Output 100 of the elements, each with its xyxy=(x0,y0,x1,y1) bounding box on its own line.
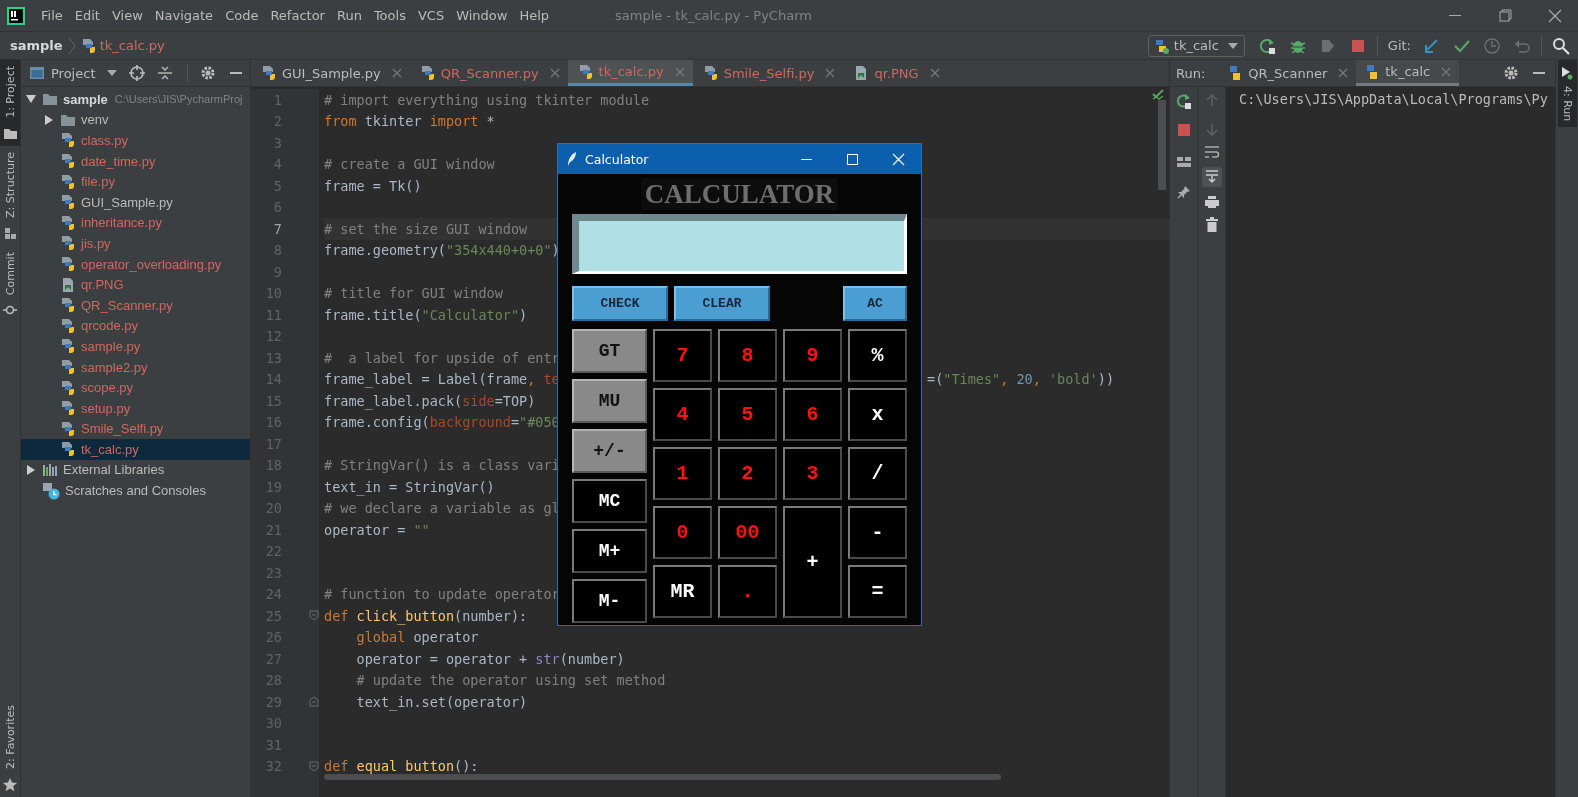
tree-item[interactable]: qrcode.py xyxy=(21,315,250,337)
calculator-key[interactable]: % xyxy=(848,329,907,382)
clock-icon[interactable] xyxy=(1483,36,1501,55)
rerun-icon[interactable] xyxy=(1175,93,1192,109)
update-icon[interactable] xyxy=(1423,36,1441,55)
scrollbar-thumb[interactable] xyxy=(324,774,1001,780)
menu-item[interactable]: Window xyxy=(452,8,512,23)
run-tab[interactable]: QR_Scanner xyxy=(1219,60,1357,86)
menu-item[interactable]: File xyxy=(37,8,67,23)
calculator-key[interactable]: MR xyxy=(653,565,712,618)
fold-icon[interactable] xyxy=(309,610,319,621)
collapse-icon[interactable] xyxy=(157,65,174,81)
star-icon[interactable] xyxy=(3,777,17,791)
stop-icon[interactable] xyxy=(1176,123,1191,137)
print-icon[interactable] xyxy=(1203,195,1220,209)
menu-item[interactable]: Tools xyxy=(369,8,410,23)
calculator-button[interactable]: MC xyxy=(572,479,647,523)
tree-item[interactable]: sample2.py xyxy=(21,356,250,378)
menu-item[interactable]: Run xyxy=(332,8,366,23)
tool-window-tab[interactable]: Commit xyxy=(0,245,20,301)
close-icon[interactable] xyxy=(549,68,560,78)
tree-item[interactable]: file.py xyxy=(21,171,250,192)
menu-item[interactable]: Navigate xyxy=(150,8,218,23)
search-icon[interactable] xyxy=(1552,36,1570,55)
fold-icon[interactable] xyxy=(309,696,319,707)
calculator-button[interactable]: +/- xyxy=(572,429,647,473)
menu-item[interactable]: Code xyxy=(221,8,263,23)
calculator-key[interactable]: / xyxy=(848,447,907,500)
soft-wrap-icon[interactable] xyxy=(1203,145,1220,159)
editor-tab[interactable]: qr.PNG xyxy=(843,60,948,86)
tree-item[interactable]: tk_calc.py xyxy=(21,439,250,460)
editor-tab[interactable]: QR_Scanner.py xyxy=(409,60,568,86)
tree-item[interactable]: operator_overloading.py xyxy=(21,253,250,275)
crosshair-icon[interactable] xyxy=(129,65,146,81)
tree-item[interactable]: class.py xyxy=(21,130,250,151)
calculator-key[interactable]: 0 xyxy=(653,506,712,559)
tree-item[interactable]: scope.py xyxy=(21,377,250,398)
scrollbar-thumb[interactable] xyxy=(1158,100,1166,190)
scroll-to-end-icon[interactable] xyxy=(1201,167,1222,187)
tree-item[interactable]: sample C:\Users\JIS\PycharmProj xyxy=(21,89,250,110)
calculator-button[interactable]: M- xyxy=(572,579,647,623)
tree-item[interactable]: jis.py xyxy=(21,233,250,254)
calculator-button[interactable]: CLEAR xyxy=(674,286,770,321)
calculator-key[interactable]: 00 xyxy=(718,506,777,559)
tree-item[interactable]: GUI_Sample.py xyxy=(21,191,250,213)
calculator-key[interactable]: 8 xyxy=(718,329,777,382)
pin-icon[interactable] xyxy=(1176,185,1191,199)
calculator-key[interactable]: 2 xyxy=(718,447,777,500)
display-field[interactable] xyxy=(572,214,907,274)
tree-item[interactable]: setup.py xyxy=(21,397,250,419)
run-icon[interactable] xyxy=(1561,66,1573,80)
settings-icon[interactable] xyxy=(1503,65,1519,81)
close-icon[interactable] xyxy=(1338,68,1349,78)
settings-icon[interactable] xyxy=(200,65,216,81)
calculator-key[interactable]: . xyxy=(718,565,777,618)
calculator-key[interactable]: 6 xyxy=(783,388,842,441)
tree-item[interactable]: QR_Scanner.py xyxy=(21,294,250,316)
tree-item[interactable]: venv xyxy=(21,109,250,131)
close-icon[interactable] xyxy=(391,68,402,78)
menu-item[interactable]: Edit xyxy=(70,8,104,23)
collapsed-arrow-icon[interactable] xyxy=(26,465,36,475)
breadcrumb[interactable]: tk_calc.py xyxy=(80,37,165,54)
tree-item[interactable]: sample.py xyxy=(21,336,250,357)
menu-item[interactable]: VCS xyxy=(413,8,449,23)
calculator-key[interactable]: 4 xyxy=(653,388,712,441)
menu-item[interactable]: Refactor xyxy=(266,8,329,23)
close-icon[interactable] xyxy=(1441,66,1452,77)
tree-item[interactable]: qr.PNG xyxy=(21,274,250,295)
calculator-key[interactable]: 7 xyxy=(653,329,712,382)
breadcrumb[interactable]: sample xyxy=(10,38,63,53)
calculator-key[interactable]: 5 xyxy=(718,388,777,441)
tree-item[interactable]: inheritance.py xyxy=(21,212,250,234)
calculator-key[interactable]: - xyxy=(848,506,907,559)
calculator-key[interactable]: 9 xyxy=(783,329,842,382)
calculator-key[interactable]: x xyxy=(848,388,907,441)
run-configuration-dropdown[interactable]: tk_calc xyxy=(1147,34,1245,57)
calculator-key[interactable]: = xyxy=(848,565,907,618)
structure-icon[interactable] xyxy=(3,225,17,240)
tree-item[interactable]: External Libraries xyxy=(21,459,250,481)
calculator-key[interactable]: 1 xyxy=(653,447,712,500)
menu-item[interactable]: Help xyxy=(515,8,554,23)
rerun-icon[interactable] xyxy=(1258,36,1277,55)
editor-tab[interactable]: GUI_Sample.py xyxy=(251,60,410,86)
editor-tab[interactable]: Smile_Selfi.py xyxy=(692,60,844,86)
tree-item[interactable]: Smile_Selfi.py xyxy=(21,418,250,440)
tool-window-tab[interactable]: Z: Structure xyxy=(0,145,20,224)
expanded-arrow-icon[interactable] xyxy=(26,94,36,105)
close-icon[interactable] xyxy=(929,68,940,78)
calculator-button[interactable]: CHECK xyxy=(572,286,668,321)
layout-icon[interactable] xyxy=(1175,155,1192,169)
calculator-button[interactable]: AC xyxy=(843,286,907,321)
calculator-button[interactable]: M+ xyxy=(572,529,647,573)
calculator-key[interactable]: + xyxy=(783,506,842,618)
trash-icon[interactable] xyxy=(1204,217,1219,233)
run-tab[interactable]: tk_calc xyxy=(1356,60,1460,86)
project-view-dropdown[interactable]: Project xyxy=(29,65,118,81)
commit-icon[interactable] xyxy=(3,303,17,317)
tree-item[interactable]: Scratches and Consoles xyxy=(21,480,250,501)
calculator-button[interactable]: MU xyxy=(572,379,647,423)
close-icon[interactable] xyxy=(825,68,836,78)
